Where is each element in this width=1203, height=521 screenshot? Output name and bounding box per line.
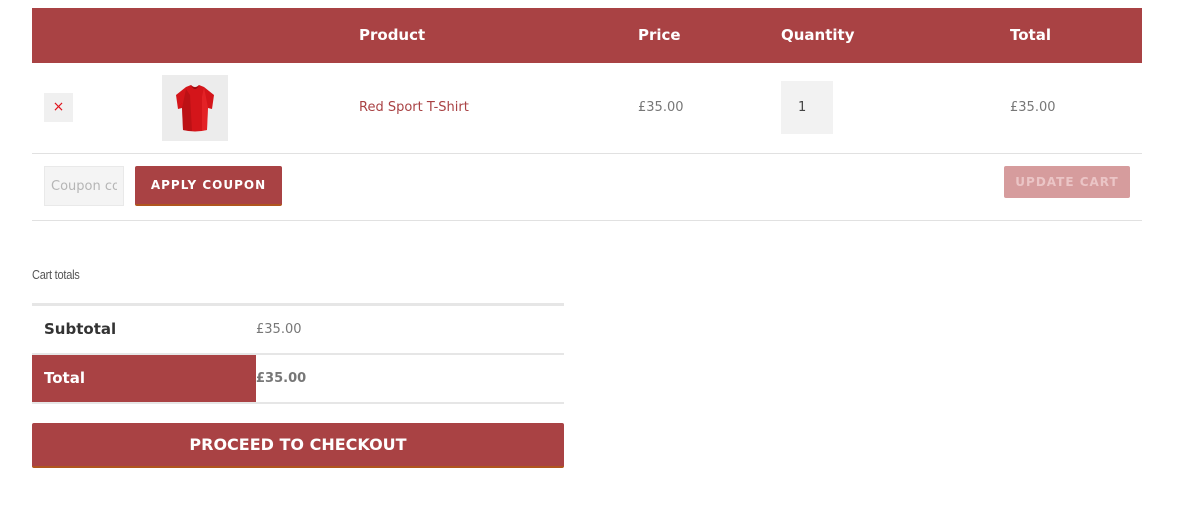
total-row: Total £35.00 (32, 355, 564, 404)
cart-totals-table: Subtotal £35.00 Total £35.00 (32, 303, 564, 404)
header-product: Product (359, 26, 426, 44)
total-label: Total (32, 355, 256, 402)
product-subtotal: £35.00 (1010, 100, 1056, 115)
subtotal-row: Subtotal £35.00 (32, 306, 564, 355)
cart-item-row: × Red Sport T-Shirt £35.00 £35.00 (32, 63, 1142, 154)
proceed-to-checkout-button[interactable]: PROCEED TO CHECKOUT (32, 423, 564, 468)
header-price: Price (638, 26, 681, 44)
product-thumbnail[interactable] (162, 75, 228, 141)
total-value: £35.00 (256, 371, 307, 386)
header-total: Total (1010, 26, 1051, 44)
product-price: £35.00 (638, 100, 684, 115)
cart-totals-title: Cart totals (32, 267, 80, 282)
cart-totals: Cart totals Subtotal £35.00 Total £35.00… (32, 265, 564, 468)
quantity-input[interactable] (781, 81, 833, 134)
product-name-link[interactable]: Red Sport T-Shirt (359, 100, 469, 115)
subtotal-label: Subtotal (44, 320, 117, 338)
apply-coupon-button[interactable]: APPLY COUPON (135, 166, 282, 206)
cart-page: Product Price Quantity Total × Red Sport… (0, 0, 1203, 521)
update-cart-button[interactable]: UPDATE CART (1004, 166, 1130, 198)
remove-item-button[interactable]: × (44, 93, 73, 122)
remove-icon: × (52, 99, 65, 115)
subtotal-value: £35.00 (256, 322, 302, 337)
red-tshirt-icon (162, 75, 228, 141)
coupon-code-input[interactable] (44, 166, 124, 206)
cart-table-header: Product Price Quantity Total (32, 8, 1142, 63)
header-quantity: Quantity (781, 26, 855, 44)
cart-table: Product Price Quantity Total × Red Sport… (32, 8, 1142, 221)
cart-actions: APPLY COUPON UPDATE CART (32, 154, 1142, 221)
